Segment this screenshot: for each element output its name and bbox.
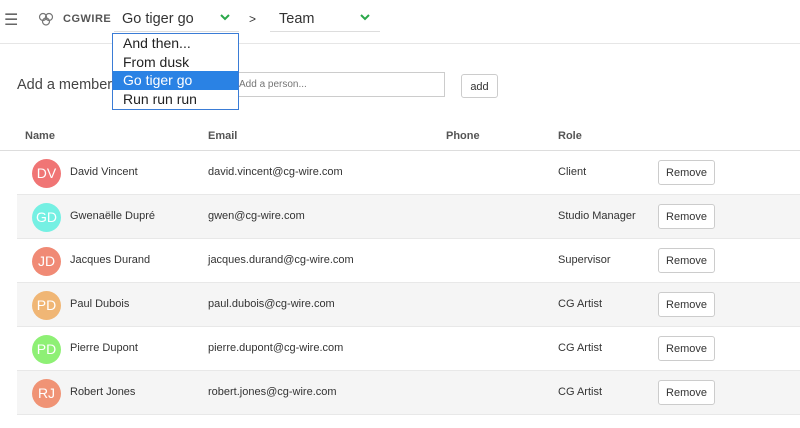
add-button[interactable]: add (461, 74, 498, 98)
add-member-label: Add a member (17, 77, 113, 93)
member-role: Studio Manager (558, 210, 636, 222)
member-name: Robert Jones (70, 386, 136, 398)
member-email: david.vincent@cg-wire.com (208, 166, 343, 178)
remove-button[interactable]: Remove (658, 160, 715, 185)
member-email: robert.jones@cg-wire.com (208, 386, 337, 398)
production-dropdown-menu: And then... From dusk Go tiger go Run ru… (112, 33, 239, 110)
dropdown-option-selected[interactable]: Go tiger go (113, 71, 238, 90)
dropdown-option[interactable]: And then... (113, 34, 238, 53)
member-role: Supervisor (558, 254, 611, 266)
column-header-email: Email (208, 130, 238, 142)
dropdown-option[interactable]: Run run run (113, 90, 238, 109)
section-select[interactable]: Team (270, 6, 380, 32)
person-search-input[interactable] (230, 72, 445, 97)
member-name: Gwenaëlle Dupré (70, 210, 155, 222)
table-header: Name Email Phone Role (0, 125, 800, 151)
member-name: Jacques Durand (70, 254, 151, 266)
column-header-phone: Phone (446, 130, 480, 142)
avatar: JD (32, 247, 61, 276)
member-role: CG Artist (558, 298, 603, 310)
breadcrumb-separator: > (249, 12, 257, 26)
menu-icon[interactable]: ☰ (4, 10, 18, 30)
chevron-down-icon (360, 14, 370, 21)
member-email: paul.dubois@cg-wire.com (208, 298, 335, 310)
column-header-role: Role (558, 130, 582, 142)
table-row: GD Gwenaëlle Dupré gwen@cg-wire.com Stud… (17, 195, 800, 239)
member-name: David Vincent (70, 166, 138, 178)
member-email: gwen@cg-wire.com (208, 210, 305, 222)
remove-button[interactable]: Remove (658, 292, 715, 317)
member-email: jacques.durand@cg-wire.com (208, 254, 354, 266)
dropdown-option[interactable]: From dusk (113, 53, 238, 72)
table-row: RJ Robert Jones robert.jones@cg-wire.com… (17, 371, 800, 415)
member-name: Paul Dubois (70, 298, 130, 310)
member-email: pierre.dupont@cg-wire.com (208, 342, 344, 354)
member-role: CG Artist (558, 386, 603, 398)
logo-text: CGWIRE (63, 13, 112, 25)
table-row: JD Jacques Durand jacques.durand@cg-wire… (17, 239, 800, 283)
section-select-value: Team (279, 10, 315, 27)
avatar: DV (32, 159, 61, 188)
avatar: GD (32, 203, 61, 232)
table-row: PD Paul Dubois paul.dubois@cg-wire.com C… (17, 283, 800, 327)
logo-icon (38, 12, 54, 26)
cgwire-logo[interactable]: CGWIRE (38, 12, 111, 26)
table-row: DV David Vincent david.vincent@cg-wire.c… (17, 151, 800, 195)
avatar: PD (32, 291, 61, 320)
chevron-down-icon (220, 14, 230, 21)
production-select-value: Go tiger go (122, 10, 194, 27)
member-role: CG Artist (558, 342, 603, 354)
table-row: PD Pierre Dupont pierre.dupont@cg-wire.c… (17, 327, 800, 371)
avatar: PD (32, 335, 61, 364)
column-header-name: Name (25, 130, 55, 142)
remove-button[interactable]: Remove (658, 336, 715, 361)
member-role: Client (558, 166, 587, 178)
avatar: RJ (32, 379, 61, 408)
member-name: Pierre Dupont (70, 342, 138, 354)
remove-button[interactable]: Remove (658, 248, 715, 273)
production-select[interactable]: Go tiger go (114, 6, 239, 32)
remove-button[interactable]: Remove (658, 204, 715, 229)
remove-button[interactable]: Remove (658, 380, 715, 405)
